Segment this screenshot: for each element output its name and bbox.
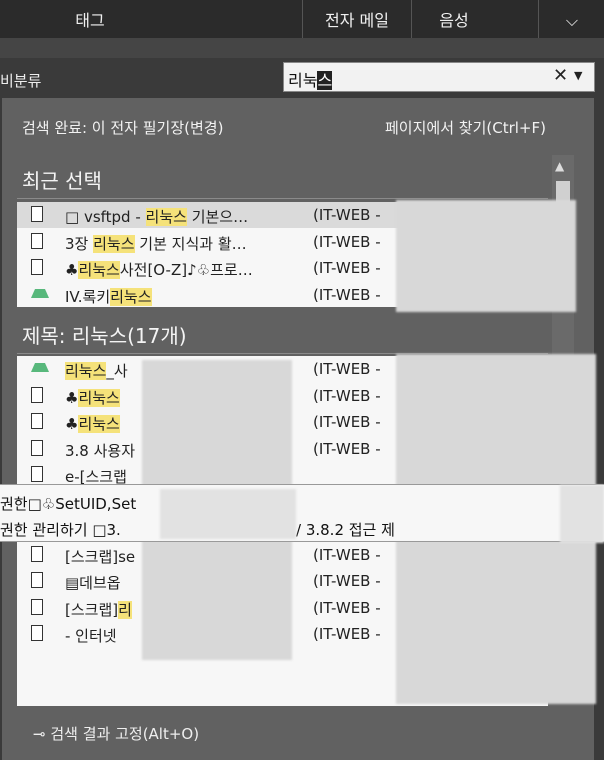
page-icon xyxy=(31,413,43,429)
result-title: 리눅스_사 xyxy=(65,362,128,380)
tooltip-line: 권한 관리하기 □3. xyxy=(0,521,121,539)
result-source: (IT-WEB - xyxy=(313,598,381,617)
result-source: (IT-WEB - xyxy=(313,285,381,304)
result-title: ♣리눅스 xyxy=(65,388,120,407)
page-icon xyxy=(31,625,43,641)
tooltip: 권한□♧SetUID,Set 권한 관리하기 □3. / 3.8.2 접근 제 xyxy=(0,484,604,543)
search-input[interactable]: 리눅스 ✕ ▼ xyxy=(283,62,595,92)
result-source: (IT-WEB - xyxy=(313,386,381,405)
page-icon xyxy=(31,439,43,456)
result-title: 3.8 사용자 xyxy=(65,441,136,460)
result-source: (IT-WEB - xyxy=(313,545,381,564)
page-icon xyxy=(31,466,43,482)
result-title: ♣리눅스사전[O-Z]♪♧프로… xyxy=(65,261,253,279)
pin-results-button[interactable]: ⊸ 검색 결과 고정(Alt+O) xyxy=(33,723,199,744)
section-label: 비분류 xyxy=(0,72,42,90)
tooltip-line: 권한□♧SetUID,Set xyxy=(0,495,137,513)
result-source: (IT-WEB - xyxy=(313,413,381,431)
page-icon xyxy=(31,598,43,615)
result-title: - 인터넷 xyxy=(65,627,117,645)
result-source: (IT-WEB - xyxy=(313,259,381,277)
tab-email[interactable]: 전자 메일 xyxy=(303,0,411,38)
search-status[interactable]: 검색 완료: 이 전자 필기장(변경) xyxy=(22,117,223,138)
page-icon xyxy=(31,545,43,562)
search-query[interactable]: 리눅스 xyxy=(288,67,333,91)
page-icon xyxy=(31,259,43,275)
tab-tags[interactable]: 태그 xyxy=(0,0,180,38)
page-icon xyxy=(31,572,43,588)
result-title: IV.록키리눅스 xyxy=(65,287,152,306)
page-icon xyxy=(31,206,43,222)
ribbon-body xyxy=(0,38,604,58)
tab-voice[interactable]: 음성 xyxy=(412,0,496,38)
search-scope-dropdown-icon[interactable]: ▼ xyxy=(574,69,582,82)
result-source: (IT-WEB - xyxy=(313,572,381,590)
result-source: (IT-WEB - xyxy=(313,439,381,458)
result-title: □ vsftpd - 리눅스 기본으… xyxy=(65,208,249,226)
scroll-up-icon[interactable]: ▲ xyxy=(555,159,564,173)
page-icon xyxy=(31,232,43,249)
section-icon xyxy=(29,286,49,302)
redacted-area xyxy=(396,200,576,312)
redacted-area xyxy=(160,489,296,539)
result-title: [스크랩]se xyxy=(65,547,136,566)
result-source: (IT-WEB - xyxy=(313,360,381,378)
section-divider xyxy=(17,198,548,199)
result-title: [스크랩]리 xyxy=(65,600,132,619)
pin-icon: ⊸ xyxy=(33,725,46,743)
section-icon xyxy=(29,360,49,376)
tab-separator xyxy=(538,0,539,38)
result-source: (IT-WEB - xyxy=(313,206,381,224)
title-section-title: 제목: 리눅스(17개) xyxy=(22,324,187,348)
result-title: ▤데브옵 xyxy=(65,574,121,592)
clear-search-icon[interactable]: ✕ xyxy=(553,65,568,86)
redacted-area xyxy=(560,485,604,543)
page-icon xyxy=(31,386,43,403)
result-title: ♣리눅스 xyxy=(65,415,120,433)
tooltip-line: / 3.8.2 접근 제 xyxy=(296,521,395,539)
chevron-down-icon[interactable]: ⌵ xyxy=(540,0,604,38)
result-title: 3장 리눅스 기본 지식과 활… xyxy=(65,234,247,253)
find-in-page-link[interactable]: 페이지에서 찾기(Ctrl+F) xyxy=(385,117,546,138)
result-source: (IT-WEB - xyxy=(313,232,381,251)
ribbon-tab-bar: 태그 전자 메일 음성 ⌵ xyxy=(0,0,604,38)
result-source: (IT-WEB - xyxy=(313,625,381,643)
recent-section-title: 최근 선택 xyxy=(22,169,102,193)
